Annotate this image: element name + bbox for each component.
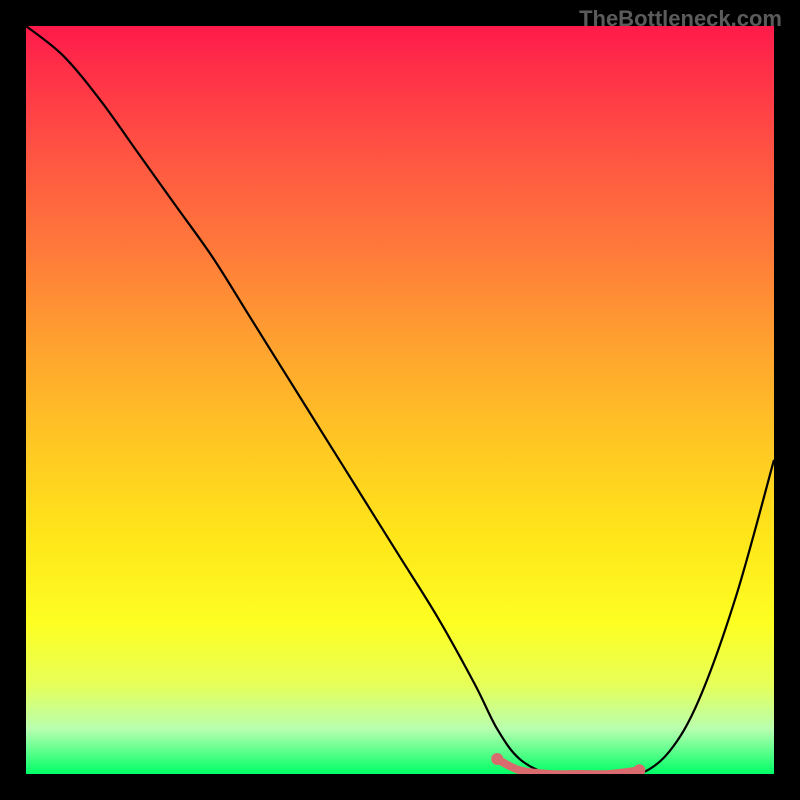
highlight-dot-end	[633, 764, 645, 774]
chart-plot-area	[26, 26, 774, 774]
bottleneck-curve-line	[26, 26, 774, 774]
chart-svg	[26, 26, 774, 774]
watermark-text: TheBottleneck.com	[579, 6, 782, 32]
highlight-dot-start	[491, 753, 503, 765]
optimal-range-highlight	[497, 759, 639, 774]
